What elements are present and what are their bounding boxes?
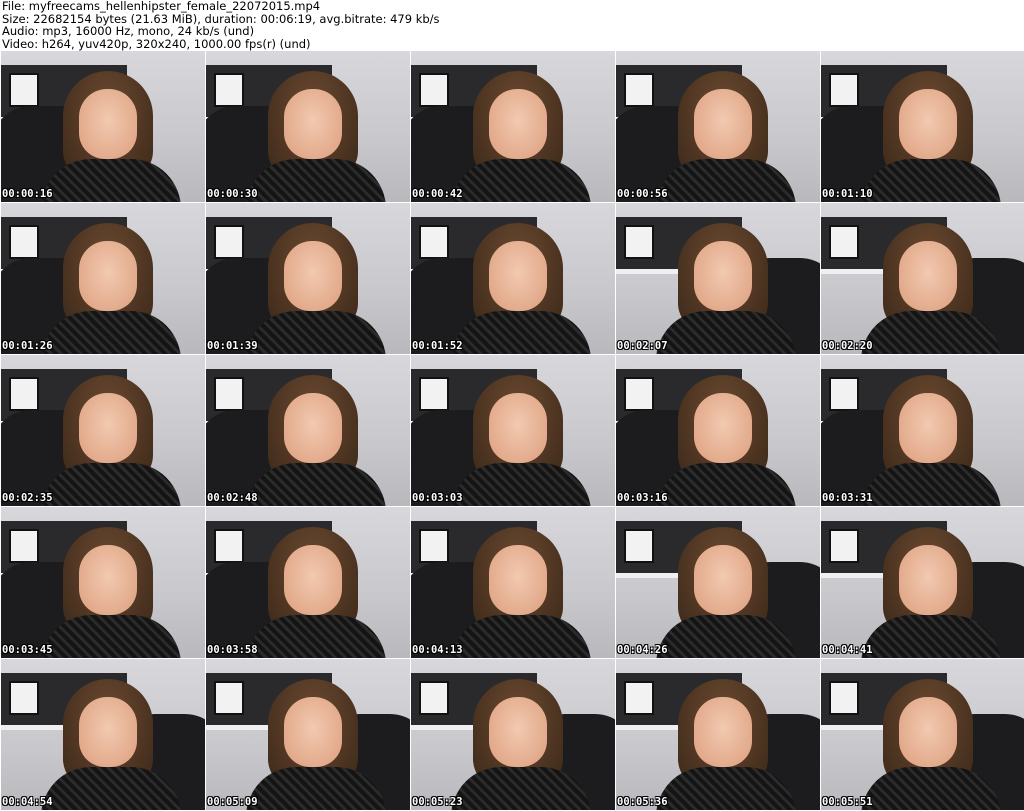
file-name-line: File: myfreecams_hellenhipster_female_22… — [2, 0, 321, 13]
video-thumbnail: 00:00:42 — [411, 51, 615, 202]
thumbnail-timestamp: 00:05:51 — [822, 796, 873, 808]
video-thumbnail: 00:04:41 — [821, 507, 1024, 658]
video-thumbnail: 00:04:54 — [1, 659, 205, 810]
thumbnail-timestamp: 00:03:16 — [617, 492, 668, 504]
thumbnail-timestamp: 00:01:10 — [822, 188, 873, 200]
video-thumbnail: 00:01:26 — [1, 203, 205, 354]
person-face — [79, 241, 137, 311]
video-thumbnail: 00:00:56 — [616, 51, 820, 202]
thumbnail-timestamp: 00:02:07 — [617, 340, 668, 352]
video-thumbnail: 00:05:09 — [206, 659, 410, 810]
person-face — [694, 89, 752, 159]
video-thumbnail: 00:05:51 — [821, 659, 1024, 810]
thumbnail-timestamp: 00:03:58 — [207, 644, 258, 656]
video-thumbnail: 00:05:23 — [411, 659, 615, 810]
audio-info-line: Audio: mp3, 16000 Hz, mono, 24 kb/s (und… — [2, 24, 255, 38]
video-thumbnail: 00:03:45 — [1, 507, 205, 658]
thumbnail-timestamp: 00:04:54 — [2, 796, 53, 808]
video-thumbnail: 00:03:03 — [411, 355, 615, 506]
person-face — [284, 697, 342, 767]
video-thumbnail: 00:03:58 — [206, 507, 410, 658]
video-thumbnail: 00:02:35 — [1, 355, 205, 506]
thumbnail-timestamp: 00:01:39 — [207, 340, 258, 352]
video-thumbnail: 00:01:52 — [411, 203, 615, 354]
person-face — [489, 241, 547, 311]
person-face — [694, 545, 752, 615]
thumbnail-timestamp: 00:01:52 — [412, 340, 463, 352]
thumbnail-timestamp: 00:05:09 — [207, 796, 258, 808]
person-face — [489, 545, 547, 615]
person-face — [489, 393, 547, 463]
person-face — [79, 697, 137, 767]
thumbnail-timestamp: 00:00:16 — [2, 188, 53, 200]
person-face — [79, 545, 137, 615]
thumbnail-timestamp: 00:00:42 — [412, 188, 463, 200]
video-info-line: Video: h264, yuv420p, 320x240, 1000.00 f… — [2, 36, 311, 51]
thumbnail-timestamp: 00:01:26 — [2, 340, 53, 352]
person-face — [899, 697, 957, 767]
person-face — [489, 89, 547, 159]
thumbnail-timestamp: 00:03:45 — [2, 644, 53, 656]
person-face — [284, 393, 342, 463]
video-thumbnail: 00:04:13 — [411, 507, 615, 658]
person-face — [899, 393, 957, 463]
thumbnail-timestamp: 00:05:36 — [617, 796, 668, 808]
video-thumbnail: 00:03:16 — [616, 355, 820, 506]
person-face — [284, 89, 342, 159]
video-thumbnail: 00:02:48 — [206, 355, 410, 506]
video-thumbnail: 00:05:36 — [616, 659, 820, 810]
video-thumbnail: 00:03:31 — [821, 355, 1024, 506]
thumbnail-timestamp: 00:04:13 — [412, 644, 463, 656]
video-thumbnail: 00:00:16 — [1, 51, 205, 202]
person-face — [284, 241, 342, 311]
thumbnail-timestamp: 00:00:56 — [617, 188, 668, 200]
file-info-header: File: myfreecams_hellenhipster_female_22… — [2, 0, 1022, 50]
video-thumbnail: 00:02:20 — [821, 203, 1024, 354]
thumbnail-timestamp: 00:03:03 — [412, 492, 463, 504]
person-face — [899, 89, 957, 159]
person-face — [899, 545, 957, 615]
thumbnail-timestamp: 00:04:41 — [822, 644, 873, 656]
person-face — [284, 545, 342, 615]
person-face — [694, 241, 752, 311]
thumbnail-timestamp: 00:04:26 — [617, 644, 668, 656]
person-face — [79, 89, 137, 159]
person-face — [694, 697, 752, 767]
video-thumbnail: 00:01:10 — [821, 51, 1024, 202]
thumbnail-timestamp: 00:02:20 — [822, 340, 873, 352]
person-face — [79, 393, 137, 463]
thumbnail-timestamp: 00:02:35 — [2, 492, 53, 504]
video-thumbnail: 00:01:39 — [206, 203, 410, 354]
thumbnail-timestamp: 00:00:30 — [207, 188, 258, 200]
video-thumbnail: 00:04:26 — [616, 507, 820, 658]
thumbnail-timestamp: 00:05:23 — [412, 796, 463, 808]
video-thumbnail: 00:00:30 — [206, 51, 410, 202]
thumbnail-timestamp: 00:03:31 — [822, 492, 873, 504]
thumbnail-timestamp: 00:02:48 — [207, 492, 258, 504]
person-face — [694, 393, 752, 463]
thumbnail-grid: 00:00:16 00:00:30 00:00:42 00:00:56 00:01:10… — [1, 51, 1024, 810]
person-face — [899, 241, 957, 311]
video-thumbnail: 00:02:07 — [616, 203, 820, 354]
person-face — [489, 697, 547, 767]
